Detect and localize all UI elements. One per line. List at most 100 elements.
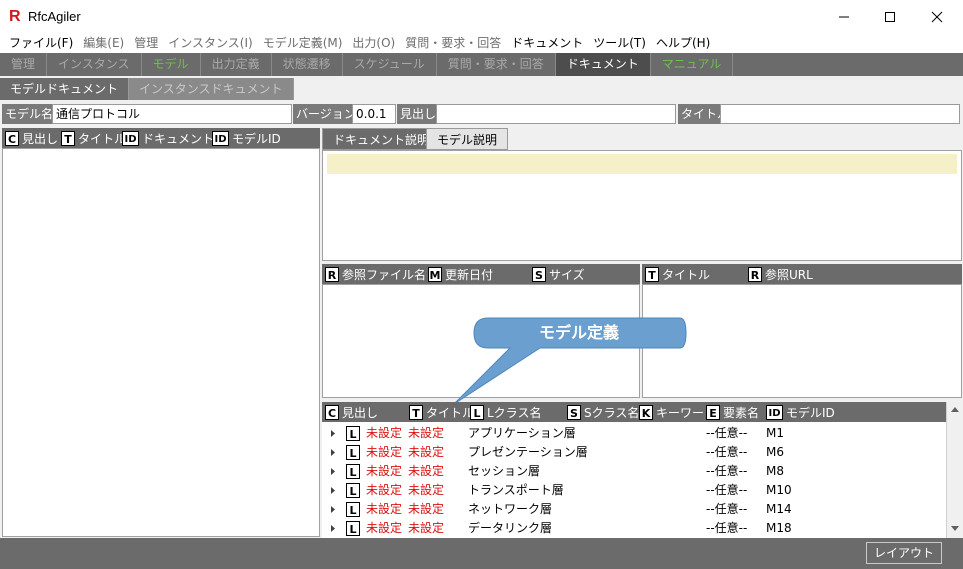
ref-file-badge-0: R — [325, 266, 339, 282]
ref-url-column-0[interactable]: T タイトル — [645, 264, 710, 284]
row-title: 未設定 — [408, 502, 445, 516]
sub-tab-0[interactable]: モデルドキュメント — [0, 78, 130, 100]
menu-item-0[interactable]: ファイル(F) — [4, 34, 78, 52]
doc-list-badge-1: T — [61, 130, 75, 146]
row-model-id: M10 — [766, 483, 792, 497]
menu-item-2[interactable]: 管理 — [129, 34, 163, 52]
minimize-button[interactable] — [821, 0, 867, 33]
maximize-button[interactable] — [867, 0, 913, 33]
model-name-field[interactable]: 通信プロトコル — [52, 104, 292, 124]
close-button[interactable] — [914, 0, 960, 33]
scroll-down-icon[interactable] — [950, 525, 960, 533]
tree-column-2[interactable]: L Lクラス名 — [470, 402, 541, 422]
layout-button[interactable]: レイアウト — [866, 542, 942, 564]
ref-file-label-2: サイズ — [549, 267, 585, 282]
tree-badge-4: K — [639, 404, 653, 420]
menu-item-3[interactable]: インスタンス(I) — [163, 34, 257, 52]
version-field[interactable]: 0.0.1 — [352, 104, 396, 124]
title-bar: R RfcAgiler — [0, 0, 963, 33]
doc-tab-0[interactable]: ドキュメント説明 — [322, 128, 441, 150]
reference-url-list[interactable] — [642, 284, 962, 398]
tree-column-6[interactable]: ID モデルID — [766, 402, 835, 422]
tree-scrollbar[interactable] — [946, 402, 962, 538]
row-model-id: M18 — [766, 521, 792, 535]
menu-item-9[interactable]: ヘルプ(H) — [651, 34, 715, 52]
heading-label: 見出し — [397, 104, 440, 124]
table-row[interactable]: L 未設定 未設定 アプリケーション層 --任意-- M1 — [322, 424, 942, 443]
table-row[interactable]: L 未設定 未設定 データリンク層 --任意-- M18 — [322, 519, 942, 538]
ref-url-column-1[interactable]: R 参照URL — [748, 264, 813, 284]
main-tab-8[interactable]: マニュアル — [650, 53, 734, 76]
sub-tab-bar: モデルドキュメント インスタンスドキュメント — [0, 78, 963, 100]
model-name-label: モデル名 — [2, 104, 57, 124]
description-tab-bar: ドキュメント説明 モデル説明 — [322, 128, 962, 150]
scroll-up-icon[interactable] — [950, 405, 960, 413]
window-title: RfcAgiler — [28, 9, 81, 24]
model-tree-header: C 見出し T タイトル L Lクラス名 S Sクラス名 K キーワード E 要素名 ID モデルID — [322, 402, 946, 422]
sub-tab-1[interactable]: インスタンスドキュメント — [129, 78, 294, 100]
doc-list-label-3: モデルID — [232, 131, 281, 146]
menu-item-5[interactable]: 出力(O) — [347, 34, 400, 52]
tree-column-5[interactable]: E 要素名 — [706, 402, 759, 422]
document-list-header: C 見出し T タイトル ID ドキュメントID ID モデルID — [2, 128, 320, 148]
ref-url-badge-0: T — [645, 266, 659, 282]
expand-arrow-icon[interactable] — [329, 462, 337, 481]
main-tab-3[interactable]: 出力定義 — [200, 53, 272, 76]
row-type-badge: L — [346, 502, 360, 517]
doc-list-label-1: タイトル — [78, 131, 127, 146]
table-row[interactable]: L 未設定 未設定 トランスポート層 --任意-- M10 — [322, 481, 942, 500]
description-pane[interactable] — [322, 150, 962, 261]
title-field[interactable] — [720, 104, 960, 124]
main-tab-0[interactable]: 管理 — [0, 53, 48, 76]
row-element: --任意-- — [706, 502, 748, 516]
row-heading: 未設定 — [366, 502, 403, 516]
doc-list-badge-2: ID — [122, 130, 139, 146]
expand-arrow-icon[interactable] — [329, 481, 337, 500]
maximize-icon — [885, 11, 895, 22]
doc-list-column-1[interactable]: T タイトル — [61, 128, 126, 148]
table-row[interactable]: L 未設定 未設定 プレゼンテーション層 --任意-- M6 — [322, 443, 942, 462]
expand-arrow-icon[interactable] — [329, 443, 337, 462]
doc-list-column-3[interactable]: ID モデルID — [212, 128, 281, 148]
status-bar — [0, 538, 963, 569]
row-type-badge: L — [346, 464, 360, 479]
ref-file-column-0[interactable]: R 参照ファイル名 — [325, 264, 426, 284]
ref-file-column-1[interactable]: M 更新日付 — [428, 264, 493, 284]
main-tab-7[interactable]: ドキュメント — [555, 53, 651, 76]
row-type-badge: L — [346, 426, 360, 441]
main-tab-1[interactable]: インスタンス — [47, 53, 142, 76]
model-tree[interactable]: L 未設定 未設定 アプリケーション層 --任意-- M1 L 未設定 未設定 プレゼンテーション… — [322, 422, 946, 538]
tree-badge-3: S — [567, 404, 581, 420]
menu-item-7[interactable]: ドキュメント — [506, 34, 588, 52]
table-row[interactable]: L 未設定 未設定 セッション層 --任意-- M8 — [322, 462, 942, 481]
heading-field[interactable] — [436, 104, 676, 124]
ref-file-label-1: 更新日付 — [445, 267, 494, 282]
doc-tab-1[interactable]: モデル説明 — [426, 128, 509, 150]
tree-column-3[interactable]: S Sクラス名 — [567, 402, 639, 422]
document-list[interactable] — [2, 148, 320, 537]
main-tab-2[interactable]: モデル — [141, 53, 201, 76]
menu-item-1[interactable]: 編集(E) — [78, 34, 129, 52]
ref-url-label-0: タイトル — [662, 267, 711, 282]
description-text-area[interactable] — [327, 154, 957, 174]
tree-column-4[interactable]: K キーワード — [639, 402, 716, 422]
tree-column-0[interactable]: C 見出し — [325, 402, 378, 422]
doc-list-column-0[interactable]: C 見出し — [5, 128, 58, 148]
app-logo-icon: R — [9, 8, 21, 25]
menu-item-6[interactable]: 質問・要求・回答 — [400, 34, 506, 52]
menu-item-4[interactable]: モデル定義(M) — [258, 34, 348, 52]
tree-column-1[interactable]: T タイトル — [409, 402, 474, 422]
tree-badge-6: ID — [766, 404, 783, 420]
expand-arrow-icon[interactable] — [329, 424, 337, 443]
doc-list-label-0: 見出し — [22, 131, 59, 146]
table-row[interactable]: L 未設定 未設定 ネットワーク層 --任意-- M14 — [322, 500, 942, 519]
main-tab-5[interactable]: スケジュール — [342, 53, 437, 76]
expand-arrow-icon[interactable] — [329, 519, 337, 538]
menu-item-8[interactable]: ツール(T) — [588, 34, 651, 52]
main-tab-4[interactable]: 状態遷移 — [271, 53, 343, 76]
main-tab-6[interactable]: 質問・要求・回答 — [436, 53, 556, 76]
main-tab-bar: 管理 インスタンス モデル 出力定義 状態遷移 スケジュール 質問・要求・回答 ドキュメントマ… — [0, 53, 963, 76]
row-element: --任意-- — [706, 521, 748, 535]
expand-arrow-icon[interactable] — [329, 500, 337, 519]
ref-file-column-2[interactable]: S サイズ — [532, 264, 585, 284]
